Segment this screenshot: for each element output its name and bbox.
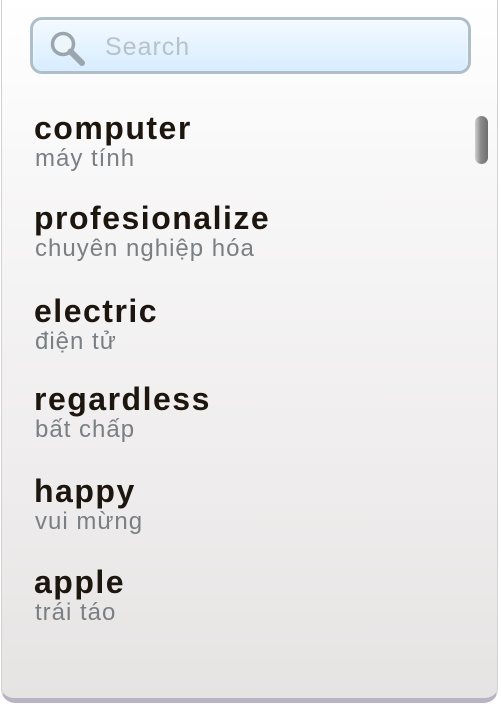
dictionary-panel: computer máy tính profesionalize chuyên …: [1, 0, 498, 703]
word-term: regardless: [34, 381, 211, 417]
search-icon: [50, 31, 85, 66]
word-meaning: vui mừng: [35, 508, 144, 535]
word-meaning: chuyên nghiệp hóa: [35, 235, 255, 262]
word-meaning: trái táo: [35, 599, 117, 626]
word-term: electric: [34, 293, 159, 329]
list-item[interactable]: regardless bất chấp: [34, 379, 454, 459]
list-item[interactable]: apple trái táo: [34, 562, 454, 642]
list-item[interactable]: computer máy tính: [34, 108, 454, 188]
list-item[interactable]: electric điện tử: [34, 291, 454, 371]
scrollbar-thumb[interactable]: [475, 116, 488, 164]
list-item[interactable]: profesionalize chuyên nghiệp hóa: [34, 198, 454, 278]
word-term: happy: [34, 473, 136, 509]
search-input[interactable]: [105, 28, 455, 66]
list-item[interactable]: happy vui mừng: [34, 471, 454, 551]
word-term: apple: [34, 564, 126, 600]
search-box[interactable]: [30, 17, 471, 74]
word-meaning: điện tử: [35, 328, 117, 355]
word-meaning: máy tính: [35, 145, 136, 172]
word-term: computer: [34, 110, 192, 146]
word-meaning: bất chấp: [35, 416, 136, 443]
word-term: profesionalize: [34, 200, 271, 236]
